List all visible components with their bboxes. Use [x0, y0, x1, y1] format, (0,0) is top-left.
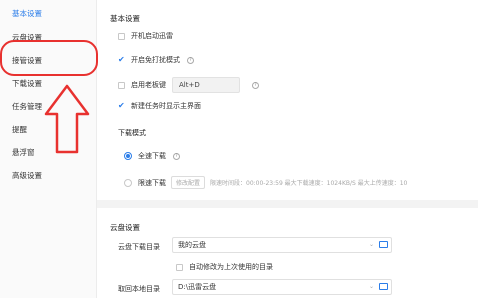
local-dir-select[interactable]: D:\迅雷云盘 ⌄ — [172, 279, 392, 295]
sidebar-item-advanced[interactable]: 高级设置 — [12, 170, 42, 181]
sidebar-item-download[interactable]: 下载设置 — [12, 78, 42, 89]
no-disturb-option[interactable]: ✔ 开启免打扰模式 ? — [118, 55, 194, 65]
local-dir-label: 取回本地目录 — [118, 285, 160, 293]
annotation-highlight-box — [0, 40, 98, 76]
limit-info-text: 限速时间段：00:00-23:59 最大下载速度：1024KB/S 最大上传速度… — [210, 180, 408, 187]
auto-modify-checkbox[interactable] — [176, 263, 183, 271]
show-main-label: 新建任务时显示主界面 — [131, 102, 201, 110]
folder-icon[interactable] — [379, 283, 388, 290]
show-main-check-icon[interactable]: ✔ — [118, 102, 125, 110]
help-icon[interactable]: ? — [187, 56, 194, 64]
no-disturb-check-icon[interactable]: ✔ — [118, 56, 125, 64]
auto-modify-option[interactable]: 自动修改为上次使用的目录 — [176, 262, 273, 272]
basic-section-title: 基本设置 — [110, 14, 140, 23]
download-mode-title: 下载模式 — [118, 129, 146, 137]
annotation-up-arrow — [44, 84, 90, 154]
startup-label: 开机启动迅雷 — [131, 32, 173, 40]
chevron-down-icon[interactable]: ⌄ — [369, 280, 374, 294]
show-main-option[interactable]: ✔ 新建任务时显示主界面 — [118, 101, 201, 111]
chevron-down-icon[interactable]: ⌄ — [369, 238, 374, 252]
modify-config-button[interactable]: 修改配置 — [171, 176, 206, 189]
limited-speed-label: 限速下载 — [138, 178, 166, 187]
folder-icon[interactable] — [379, 241, 388, 248]
boss-key-hotkey-input[interactable]: Alt+D — [172, 77, 240, 93]
sidebar-item-task[interactable]: 任务管理 — [12, 101, 42, 112]
help-icon[interactable]: ? — [173, 152, 180, 160]
full-speed-radio[interactable] — [124, 152, 132, 160]
startup-option[interactable]: 开机启动迅雷 — [118, 31, 173, 41]
cloud-download-dir-label: 云盘下载目录 — [118, 243, 160, 251]
sidebar-item-remind[interactable]: 提醒 — [12, 124, 27, 135]
startup-checkbox[interactable] — [118, 32, 125, 40]
sidebar-item-basic[interactable]: 基本设置 — [12, 8, 42, 19]
boss-key-label: 启用老板键 — [131, 81, 166, 89]
sidebar-item-float[interactable]: 悬浮窗 — [12, 147, 35, 158]
cloud-download-dir-value: 我的云盘 — [178, 241, 206, 249]
limited-speed-option[interactable]: 限速下载 修改配置 限速时间段：00:00-23:59 最大下载速度：1024K… — [124, 176, 407, 189]
full-speed-option[interactable]: 全速下载 ? — [124, 151, 180, 161]
help-icon[interactable]: ? — [252, 81, 259, 89]
cloud-section-title: 云盘设置 — [110, 223, 140, 232]
auto-modify-label: 自动修改为上次使用的目录 — [189, 263, 273, 271]
no-disturb-label: 开启免打扰模式 — [131, 56, 180, 64]
boss-key-option[interactable]: 启用老板键 Alt+D ? — [118, 77, 259, 93]
cloud-download-dir-select[interactable]: 我的云盘 ⌄ — [172, 237, 392, 253]
local-dir-value: D:\迅雷云盘 — [178, 283, 217, 291]
boss-key-checkbox[interactable] — [118, 81, 125, 89]
section-divider — [97, 200, 478, 208]
limited-speed-radio[interactable] — [124, 178, 132, 187]
full-speed-label: 全速下载 — [138, 152, 166, 160]
